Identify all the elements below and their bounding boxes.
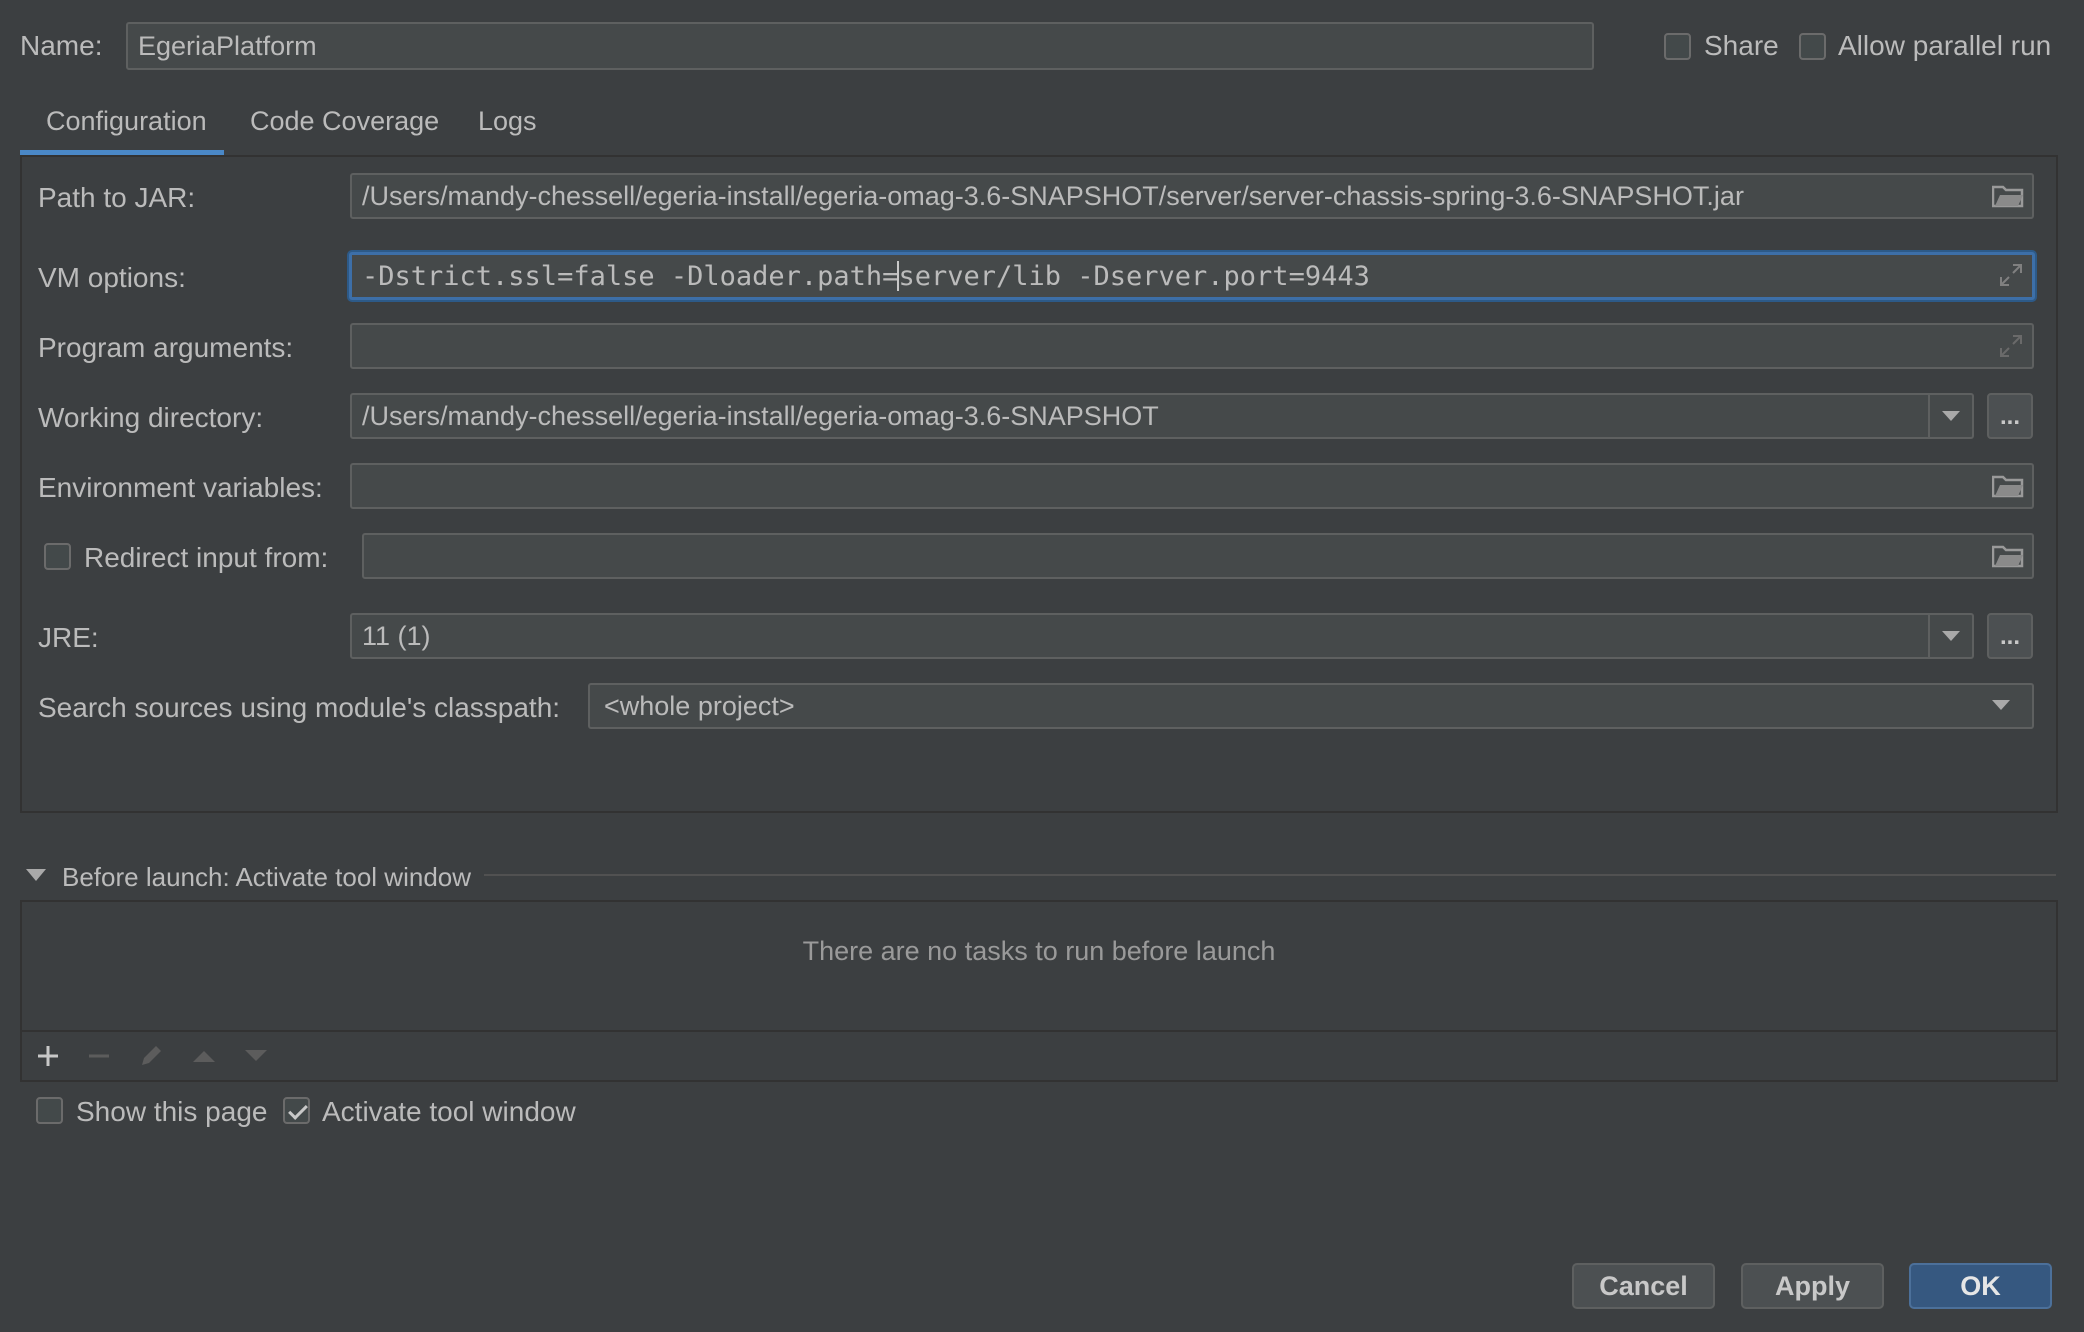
section-divider: [484, 874, 2056, 876]
before-launch-panel: [20, 900, 2058, 1082]
vm-options-input[interactable]: -Dstrict.ssl=false -Dloader.path= server/…: [349, 252, 2035, 300]
redirect-input-field[interactable]: [362, 533, 2034, 579]
classpath-select[interactable]: <whole project>: [588, 683, 2034, 729]
arrow-up-icon[interactable]: [191, 1043, 217, 1069]
show-this-page-label: Show this page: [76, 1096, 268, 1127]
folder-icon[interactable]: [1992, 544, 2024, 568]
allow-parallel-run-checkbox[interactable]: [1799, 33, 1826, 60]
pencil-icon[interactable]: [138, 1043, 164, 1069]
working-directory-browse-button[interactable]: ...: [1987, 393, 2033, 439]
chevron-down-icon: [1942, 631, 1960, 641]
toolbar-divider: [22, 1030, 2056, 1032]
jre-value: 11 (1): [362, 620, 431, 651]
allow-parallel-run-label: Allow parallel run: [1838, 30, 2052, 61]
folder-icon[interactable]: [1992, 474, 2024, 498]
empty-tasks-text: There are no tasks to run before launch: [802, 936, 1276, 966]
name-label: Name:: [20, 30, 103, 61]
tab-code-coverage[interactable]: Code Coverage: [250, 106, 439, 137]
folder-icon[interactable]: [1992, 184, 2024, 208]
vm-options-label: VM options:: [38, 262, 186, 293]
tab-configuration[interactable]: Configuration: [46, 106, 207, 137]
environment-variables-input[interactable]: [350, 463, 2034, 509]
chevron-down-icon: [1942, 411, 1960, 421]
redirect-input-checkbox[interactable]: [44, 543, 71, 570]
redirect-input-label: Redirect input from:: [84, 542, 329, 573]
expand-icon[interactable]: [1998, 333, 2024, 359]
classpath-value: <whole project>: [604, 690, 795, 721]
working-directory-dropdown-button[interactable]: [1928, 393, 1972, 439]
text-caret: [897, 261, 900, 291]
plus-icon[interactable]: [35, 1043, 61, 1069]
classpath-label: Search sources using module's classpath:: [38, 692, 561, 723]
tab-logs[interactable]: Logs: [478, 106, 537, 137]
cancel-button[interactable]: Cancel: [1572, 1263, 1715, 1309]
path-to-jar-value: /Users/mandy-chessell/egeria-install/ege…: [362, 180, 1744, 211]
working-directory-label: Working directory:: [38, 402, 264, 433]
environment-variables-label: Environment variables:: [38, 472, 323, 503]
vm-options-value-start: -Dstrict.ssl=false -Dloader.path=: [362, 260, 899, 292]
program-arguments-input[interactable]: [350, 323, 2034, 369]
program-arguments-label: Program arguments:: [38, 332, 294, 363]
activate-tool-window-label: Activate tool window: [322, 1096, 576, 1127]
apply-button[interactable]: Apply: [1741, 1263, 1884, 1309]
ok-button[interactable]: OK: [1909, 1263, 2052, 1309]
path-to-jar-input[interactable]: /Users/mandy-chessell/egeria-install/ege…: [350, 173, 2034, 219]
working-directory-value: /Users/mandy-chessell/egeria-install/ege…: [362, 400, 1159, 431]
name-input-value: EgeriaPlatform: [138, 30, 317, 61]
before-launch-title[interactable]: Before launch: Activate tool window: [62, 862, 471, 893]
share-label: Share: [1704, 30, 1779, 61]
collapse-triangle-icon[interactable]: [26, 869, 46, 881]
minus-icon[interactable]: [86, 1043, 112, 1069]
jre-label: JRE:: [38, 622, 99, 653]
classpath-dropdown-button[interactable]: [1992, 700, 2010, 710]
expand-icon[interactable]: [1998, 262, 2024, 288]
chevron-down-icon: [1992, 700, 2010, 710]
jre-dropdown-button[interactable]: [1928, 613, 1972, 659]
show-this-page-checkbox[interactable]: [36, 1097, 63, 1124]
arrow-down-icon[interactable]: [243, 1043, 269, 1069]
name-input[interactable]: EgeriaPlatform: [126, 22, 1594, 70]
activate-tool-window-checkbox[interactable]: [283, 1097, 310, 1124]
jre-browse-button[interactable]: ...: [1987, 613, 2033, 659]
vm-options-value-end: server/lib -Dserver.port=9443: [898, 260, 1370, 292]
jre-select[interactable]: 11 (1): [350, 613, 1974, 659]
working-directory-input[interactable]: /Users/mandy-chessell/egeria-install/ege…: [350, 393, 1974, 439]
share-checkbox[interactable]: [1664, 33, 1691, 60]
path-to-jar-label: Path to JAR:: [38, 182, 196, 213]
